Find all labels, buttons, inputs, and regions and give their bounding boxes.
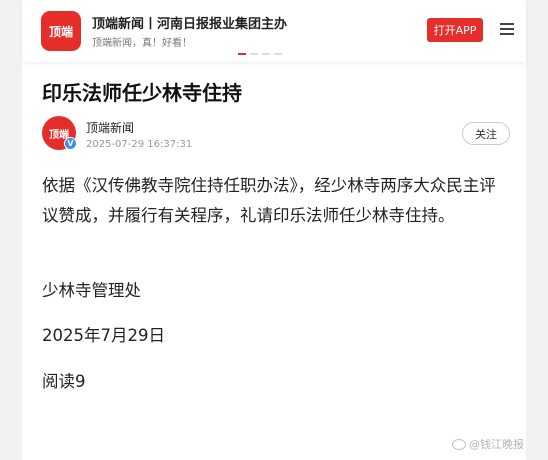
carousel-dot bbox=[238, 53, 246, 55]
brand-slogan: 顶端新闻，真！好看！ bbox=[92, 38, 192, 49]
brand-name: 顶端新闻丨河南日报报业集团主办 bbox=[92, 17, 288, 32]
watermark-text: @钱江晚报 bbox=[469, 438, 524, 451]
hamburger-menu-icon[interactable] bbox=[500, 23, 514, 35]
carousel-dot bbox=[250, 53, 258, 55]
open-app-button[interactable]: 打开APP bbox=[427, 18, 483, 42]
article-paragraph: 2025年7月29日 bbox=[42, 326, 165, 345]
app-logo[interactable]: 顶端 bbox=[41, 11, 81, 51]
watermark: @钱江晚报 bbox=[452, 436, 524, 452]
publish-timestamp: 2025-07-29 16:37:31 bbox=[86, 139, 193, 150]
verified-badge-icon: V bbox=[64, 137, 77, 150]
article-title: 印乐法师任少林寺住持 bbox=[42, 81, 242, 105]
app-header: 顶端 顶端新闻丨河南日报报业集团主办 顶端新闻，真！好看！ 打开APP bbox=[22, 0, 526, 62]
carousel-indicator bbox=[238, 53, 282, 55]
carousel-dot bbox=[262, 53, 270, 55]
article-paragraph: 少林寺管理处 bbox=[42, 281, 141, 300]
author-name[interactable]: 顶端新闻 bbox=[86, 119, 134, 136]
article-paragraph: 依据《汉传佛教寺院住持任职办法》，经少林寺两序大众民主评议赞成，并履行有关程序，… bbox=[42, 176, 496, 225]
read-count: 阅读9 bbox=[42, 372, 86, 391]
follow-button[interactable]: 关注 bbox=[462, 122, 510, 145]
article-page: 顶端 顶端新闻丨河南日报报业集团主办 顶端新闻，真！好看！ 打开APP 印乐法师… bbox=[22, 0, 526, 460]
carousel-dot bbox=[274, 53, 282, 55]
weibo-icon bbox=[452, 438, 466, 450]
